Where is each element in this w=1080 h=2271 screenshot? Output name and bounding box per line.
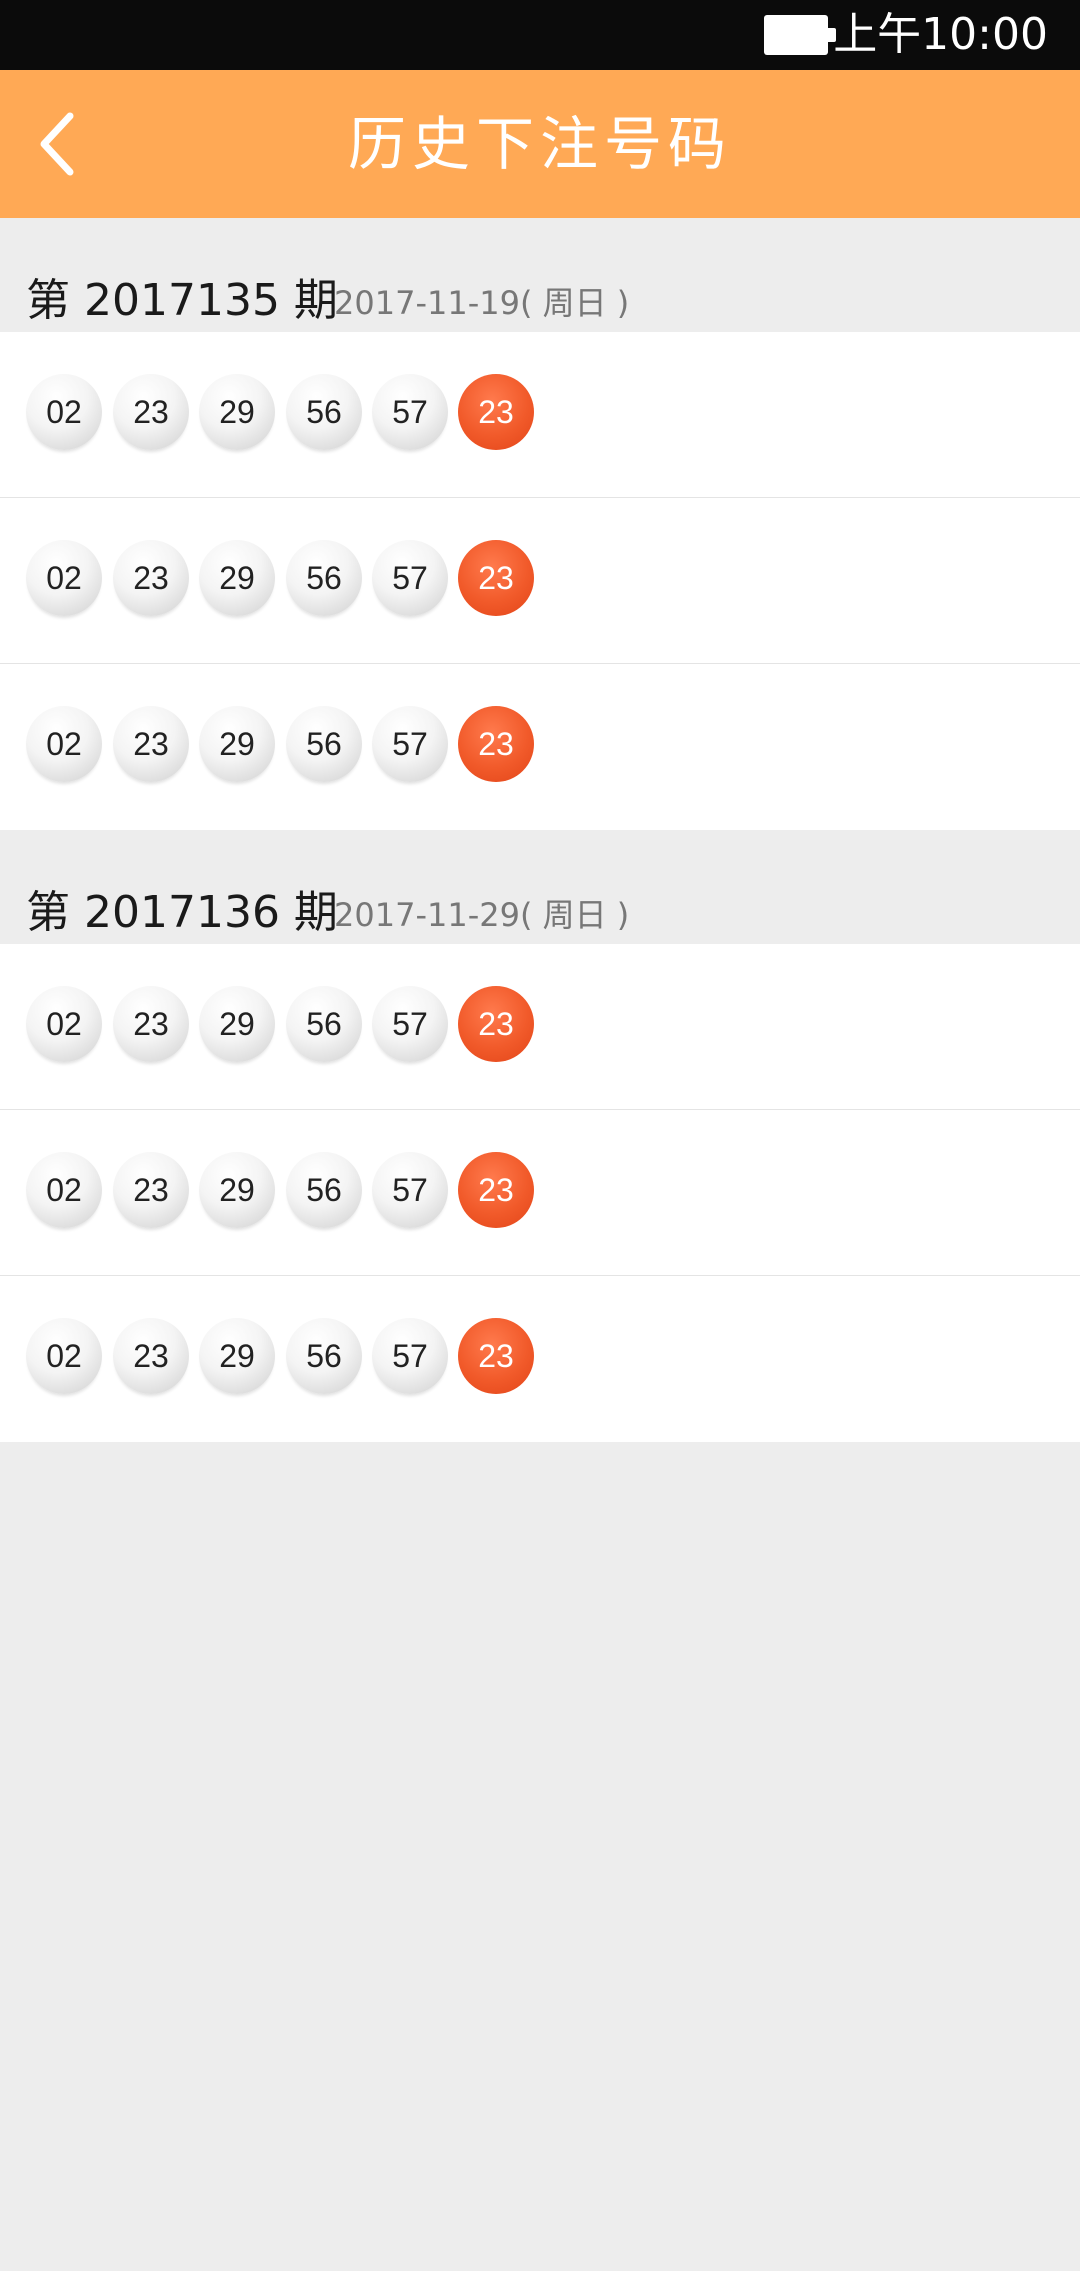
white-ball: 56 [286,1318,362,1394]
white-ball: 23 [113,986,189,1062]
period-group: 第 2017135 期 2017-11-19( 周日 ) 02 23 29 56 57 23 0… [0,218,1080,830]
period-group: 第 2017136 期 2017-11-29( 周日 ) 02 23 29 56 57 23 0… [0,830,1080,1442]
white-ball: 57 [372,1318,448,1394]
white-ball: 57 [372,540,448,616]
white-ball: 02 [26,1318,102,1394]
white-ball: 57 [372,706,448,782]
bet-row[interactable]: 02 23 29 56 57 23 [0,664,1080,830]
white-ball: 56 [286,374,362,450]
period-date: 2017-11-29( 周日 ) [334,896,630,934]
bet-row[interactable]: 02 23 29 56 57 23 [0,1110,1080,1276]
status-time: 上午10:00 [833,9,1048,60]
page-title: 历史下注号码 [347,110,732,178]
bet-row[interactable]: 02 23 29 56 57 23 [0,498,1080,664]
white-ball: 29 [199,1152,275,1228]
white-ball: 57 [372,986,448,1062]
bet-history-list: 第 2017135 期 2017-11-19( 周日 ) 02 23 29 56 57 23 0… [0,218,1080,1442]
bet-row[interactable]: 02 23 29 56 57 23 [0,944,1080,1110]
white-ball: 56 [286,986,362,1062]
white-ball: 23 [113,1318,189,1394]
battery-full-icon [764,15,836,55]
red-ball: 23 [458,986,534,1062]
white-ball: 57 [372,374,448,450]
white-ball: 23 [113,374,189,450]
white-ball: 02 [26,986,102,1062]
white-ball: 56 [286,706,362,782]
period-label: 第 2017135 期 [26,275,338,326]
white-ball: 29 [199,1318,275,1394]
white-ball: 29 [199,374,275,450]
white-ball: 02 [26,540,102,616]
bet-row[interactable]: 02 23 29 56 57 23 [0,332,1080,498]
white-ball: 23 [113,1152,189,1228]
white-ball: 02 [26,374,102,450]
red-ball: 23 [458,540,534,616]
red-ball: 23 [458,1152,534,1228]
white-ball: 29 [199,986,275,1062]
white-ball: 02 [26,1152,102,1228]
white-ball: 29 [199,540,275,616]
period-header: 第 2017136 期 2017-11-29( 周日 ) [0,830,1080,944]
white-ball: 29 [199,706,275,782]
white-ball: 23 [113,706,189,782]
white-ball: 56 [286,540,362,616]
red-ball: 23 [458,374,534,450]
red-ball: 23 [458,1318,534,1394]
white-ball: 57 [372,1152,448,1228]
nav-bar: 历史下注号码 [0,70,1080,218]
status-bar: 上午10:00 [0,0,1080,70]
period-label: 第 2017136 期 [26,887,338,938]
white-ball: 23 [113,540,189,616]
period-header: 第 2017135 期 2017-11-19( 周日 ) [0,218,1080,332]
bet-row[interactable]: 02 23 29 56 57 23 [0,1276,1080,1442]
white-ball: 02 [26,706,102,782]
white-ball: 56 [286,1152,362,1228]
red-ball: 23 [458,706,534,782]
period-date: 2017-11-19( 周日 ) [334,284,630,322]
